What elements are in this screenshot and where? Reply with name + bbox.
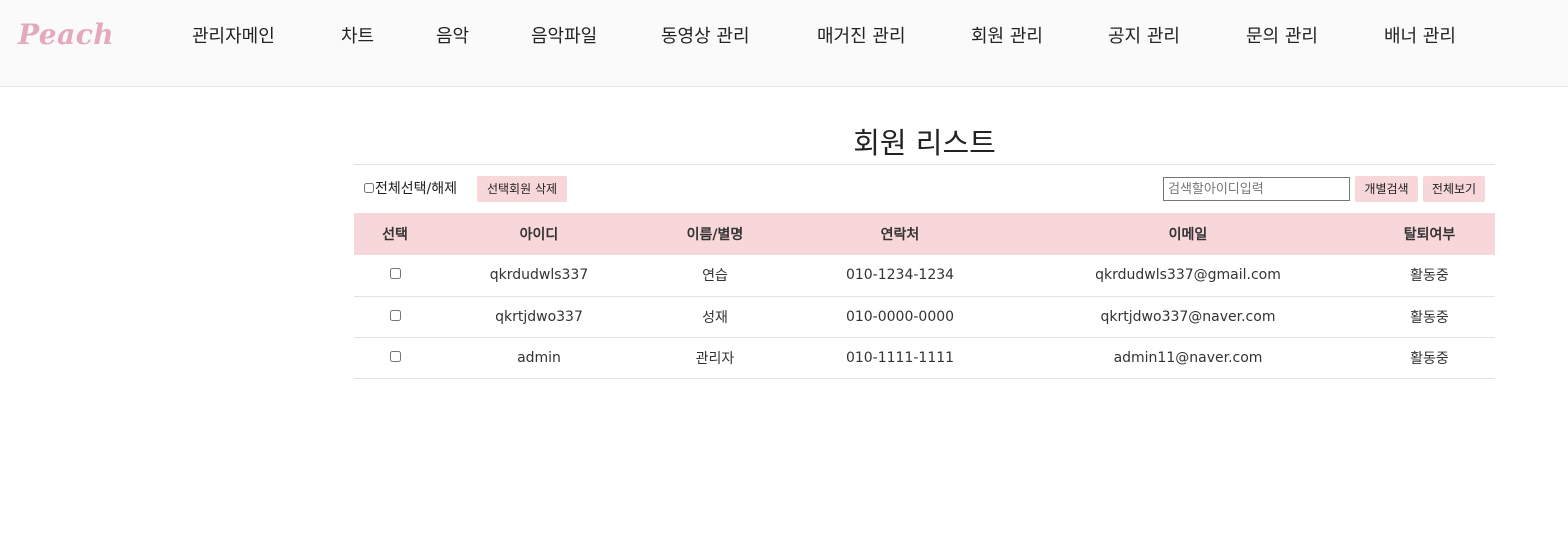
member-email: qkrtjdwo337@naver.com bbox=[1100, 308, 1276, 325]
delete-selected-button[interactable]: 선택회원 삭제 bbox=[477, 176, 567, 202]
row-select-cell bbox=[354, 337, 436, 378]
select-all-toggle[interactable]: 전체선택/해제 bbox=[364, 178, 457, 198]
table-row: qkrdudwls337 연습 010-1234-1234 qkrdudwls3… bbox=[354, 255, 1495, 296]
column-header-name: 이름/별명 bbox=[686, 227, 744, 243]
table-header-row: 선택 아이디 이름/별명 연락처 이메일 탈퇴여부 bbox=[354, 213, 1495, 255]
member-status: 활동중 bbox=[1410, 350, 1449, 367]
nav-inquiry-management[interactable]: 문의 관리 bbox=[1246, 22, 1318, 48]
column-header-id: 아이디 bbox=[519, 227, 559, 243]
peach-logo[interactable]: Peach bbox=[18, 18, 114, 51]
top-navigation-bar: Peach 관리자메인 차트 음악 음악파일 동영상 관리 매거진 관리 회원 … bbox=[0, 0, 1568, 87]
title-divider bbox=[354, 164, 1495, 165]
nav-chart[interactable]: 차트 bbox=[341, 22, 374, 48]
view-all-button[interactable]: 전체보기 bbox=[1423, 176, 1485, 202]
nav-notice-management[interactable]: 공지 관리 bbox=[1108, 22, 1180, 48]
member-email: admin11@naver.com bbox=[1113, 349, 1263, 366]
member-phone: 010-1111-1111 bbox=[845, 349, 955, 366]
member-email: qkrdudwls337@gmail.com bbox=[1095, 267, 1281, 284]
row-checkbox[interactable] bbox=[389, 350, 401, 362]
member-id: admin bbox=[517, 349, 561, 366]
nav-music-file[interactable]: 음악파일 bbox=[531, 22, 597, 48]
nav-banner-management[interactable]: 배너 관리 bbox=[1384, 22, 1456, 48]
row-checkbox[interactable] bbox=[389, 268, 401, 280]
search-id-input[interactable] bbox=[1163, 177, 1350, 201]
nav-video-management[interactable]: 동영상 관리 bbox=[661, 22, 750, 48]
select-all-checkbox[interactable] bbox=[364, 183, 374, 193]
nav-admin-main[interactable]: 관리자메인 bbox=[192, 22, 275, 48]
column-header-phone: 연락처 bbox=[880, 227, 920, 243]
row-select-cell bbox=[354, 296, 436, 337]
select-all-label: 전체선택/해제 bbox=[375, 181, 457, 197]
column-header-select: 선택 bbox=[382, 227, 408, 243]
search-button[interactable]: 개별검색 bbox=[1355, 176, 1418, 202]
member-name: 성재 bbox=[702, 309, 728, 326]
member-id: qkrtjdwo337 bbox=[495, 308, 583, 325]
table-row: qkrtjdwo337 성재 010-0000-0000 qkrtjdwo337… bbox=[354, 296, 1495, 337]
column-header-email: 이메일 bbox=[1168, 227, 1208, 243]
member-phone: 010-1234-1234 bbox=[845, 267, 955, 284]
nav-music[interactable]: 음악 bbox=[436, 22, 469, 48]
row-checkbox[interactable] bbox=[389, 309, 401, 321]
member-status: 활동중 bbox=[1410, 309, 1449, 326]
column-header-status: 탈퇴여부 bbox=[1403, 227, 1456, 243]
member-name: 연습 bbox=[702, 268, 728, 285]
row-select-cell bbox=[354, 255, 436, 296]
member-status: 활동중 bbox=[1410, 268, 1449, 285]
member-id: qkrdudwls337 bbox=[489, 267, 589, 284]
table-row: admin 관리자 010-1111-1111 admin11@naver.co… bbox=[354, 337, 1495, 378]
nav-magazine-management[interactable]: 매거진 관리 bbox=[817, 22, 906, 48]
member-name: 관리자 bbox=[695, 350, 735, 367]
member-phone: 010-0000-0000 bbox=[845, 308, 955, 325]
page-title: 회원 리스트 bbox=[853, 126, 996, 160]
nav-member-management[interactable]: 회원 관리 bbox=[971, 22, 1043, 48]
member-table: 선택 아이디 이름/별명 연락처 이메일 탈퇴여부 qkrdudwls337 연… bbox=[354, 213, 1495, 379]
